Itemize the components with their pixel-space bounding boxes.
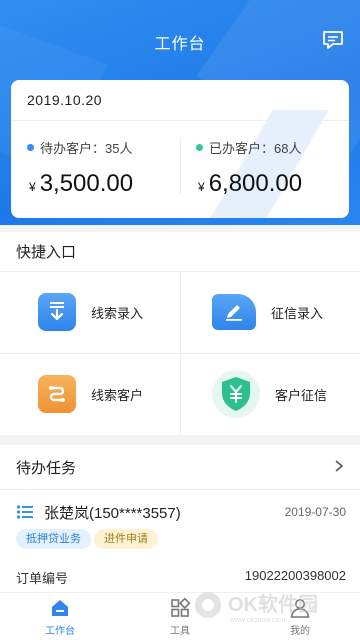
home-icon (52, 600, 68, 616)
quick-entry-section: 快捷入口 线索录入 征信录入 线索客户 客户征信 (0, 232, 360, 435)
task-customer-name[interactable]: 张楚岚(150****3557) (44, 502, 181, 523)
divider (11, 120, 349, 121)
summary-date: 2019.10.20 (27, 92, 103, 108)
done-customers-label: 已办客户：68人 (196, 138, 301, 157)
done-customers-stat[interactable]: 已办客户：68人 ¥ 6,800.00 (180, 132, 349, 212)
done-amount: ¥ 6,800.00 (198, 170, 302, 198)
currency-symbol: ¥ (198, 180, 205, 194)
task-tag-stage: 进件申请 (94, 529, 158, 549)
svg-text:www.okshow.com: www.okshow.com (229, 617, 285, 624)
swap-icon (38, 375, 76, 413)
tab-label: 工作台 (45, 626, 75, 637)
quick-item-label: 线索录入 (91, 305, 144, 321)
done-amount-value: 6,800.00 (208, 170, 303, 197)
done-dot-icon (196, 144, 203, 151)
summary-card: 2019.10.20 待办客户：35人 ¥ 3,500.00 已办客户：68人 … (11, 80, 349, 218)
page-title: 工作台 (154, 36, 206, 53)
message-icon[interactable] (322, 30, 344, 50)
download-icon (38, 293, 76, 331)
edit-icon (212, 294, 256, 330)
list-icon (16, 505, 33, 519)
tools-icon (171, 597, 191, 617)
watermark-logo: OK软件园 www.okshow.com (195, 592, 318, 624)
pending-label-text: 待办客户：35人 (40, 141, 133, 156)
task-tag-business: 抵押贷业务 (16, 529, 91, 549)
quick-item-label: 客户征信 (275, 387, 328, 403)
svg-text:OK软件园: OK软件园 (228, 592, 318, 616)
divider (0, 489, 360, 490)
quick-item-customer-credit[interactable]: 客户征信 (180, 354, 360, 434)
quick-item-label: 征信录入 (271, 305, 324, 321)
pending-dot-icon (27, 144, 34, 151)
pending-amount-value: 3,500.00 (39, 170, 134, 197)
tab-workbench[interactable]: 工作台 (0, 593, 120, 640)
currency-symbol: ¥ (29, 180, 36, 194)
task-date: 2019-07-30 (284, 505, 346, 519)
pending-amount: ¥ 3,500.00 (29, 170, 133, 198)
quick-entry-title: 快捷入口 (16, 244, 77, 261)
quick-item-credit-entry[interactable]: 征信录入 (180, 272, 360, 352)
quick-item-lead-customers[interactable]: 线索客户 (0, 354, 180, 434)
done-label-text: 已办客户：68人 (209, 141, 302, 156)
quick-item-lead-entry[interactable]: 线索录入 (0, 272, 180, 352)
quick-item-label: 线索客户 (91, 387, 144, 403)
pending-customers-stat[interactable]: 待办客户：35人 ¥ 3,500.00 (11, 132, 180, 212)
pending-customers-label: 待办客户：35人 (27, 138, 132, 157)
order-number-label: 订单编号 (16, 571, 69, 586)
yen-shield-icon (212, 370, 260, 418)
order-number-value: 19022200398002 (244, 568, 346, 583)
pending-tasks-section: 待办任务 张楚岚(150****3557) 2019-07-30 抵押贷业务 进… (0, 445, 360, 595)
chevron-right-icon[interactable] (334, 460, 344, 472)
pending-tasks-title: 待办任务 (16, 460, 77, 477)
